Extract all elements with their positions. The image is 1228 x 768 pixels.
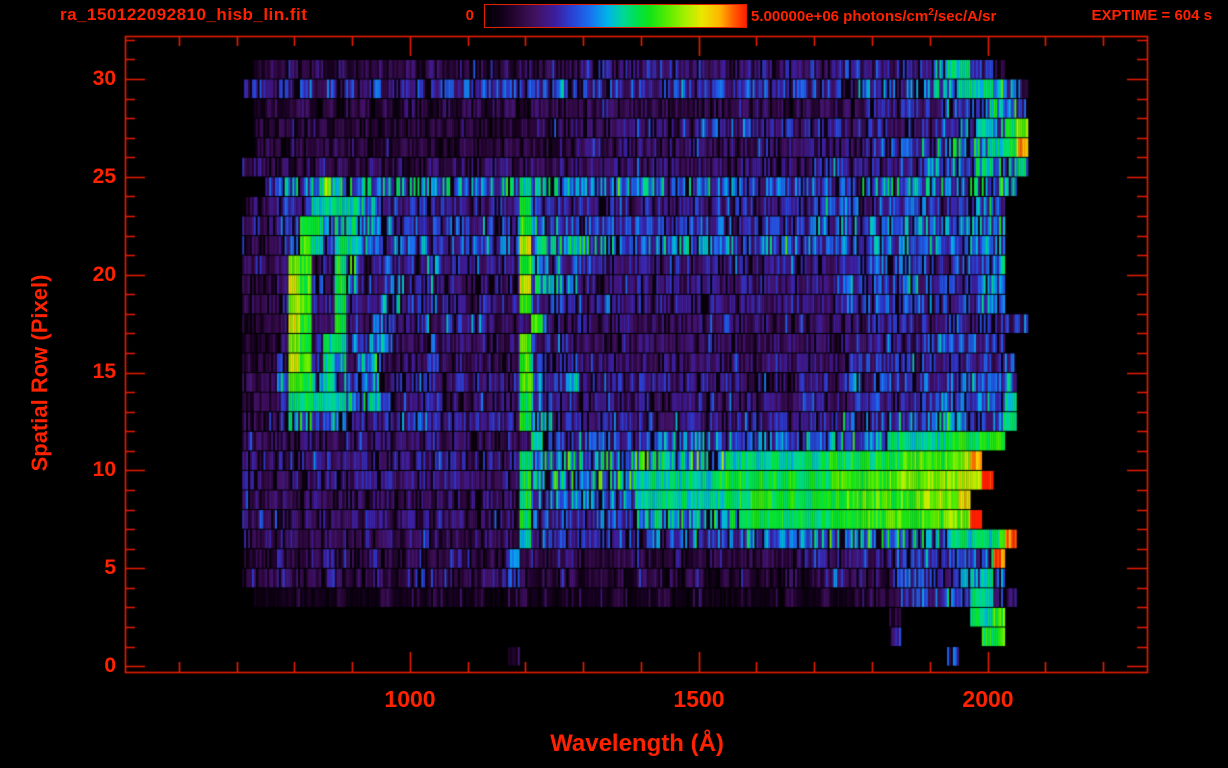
x-tick-label-2000: 2000 bbox=[962, 686, 1014, 712]
y-axis-title: Spatial Row (Pixel) bbox=[27, 274, 52, 472]
y-tick-label-30: 30 bbox=[92, 67, 116, 90]
y-tick-label-25: 25 bbox=[92, 165, 116, 188]
exposure-time-label: EXPTIME = 604 s bbox=[1091, 7, 1212, 24]
colorbar-units-suffix: /sec/A/sr bbox=[933, 8, 997, 25]
x-tick-label-1000: 1000 bbox=[384, 686, 436, 712]
colorbar-max-label: 5.00000e+06 photons/cm2/sec/A/sr bbox=[751, 7, 996, 25]
colorbar-max-value: 5.00000e+06 bbox=[751, 8, 840, 25]
y-tick-label-5: 5 bbox=[104, 556, 116, 579]
y-tick-label-10: 10 bbox=[92, 458, 116, 481]
x-axis-title: Wavelength (Å) bbox=[550, 730, 724, 757]
colorbar-gradient bbox=[484, 4, 747, 28]
y-tick-label-20: 20 bbox=[92, 263, 116, 286]
colorbar-min-label: 0 bbox=[465, 7, 474, 24]
y-tick-label-0: 0 bbox=[104, 654, 116, 677]
spectrogram-viewer: { "header": { "filename": "ra_1501220928… bbox=[0, 0, 1228, 768]
colorbar-units-prefix: photons/cm bbox=[839, 8, 929, 25]
y-tick-label-15: 15 bbox=[92, 360, 116, 383]
x-tick-label-1500: 1500 bbox=[673, 686, 725, 712]
plot-title-filename: ra_150122092810_hisb_lin.fit bbox=[60, 5, 308, 24]
spectrogram-canvas bbox=[0, 0, 1228, 768]
